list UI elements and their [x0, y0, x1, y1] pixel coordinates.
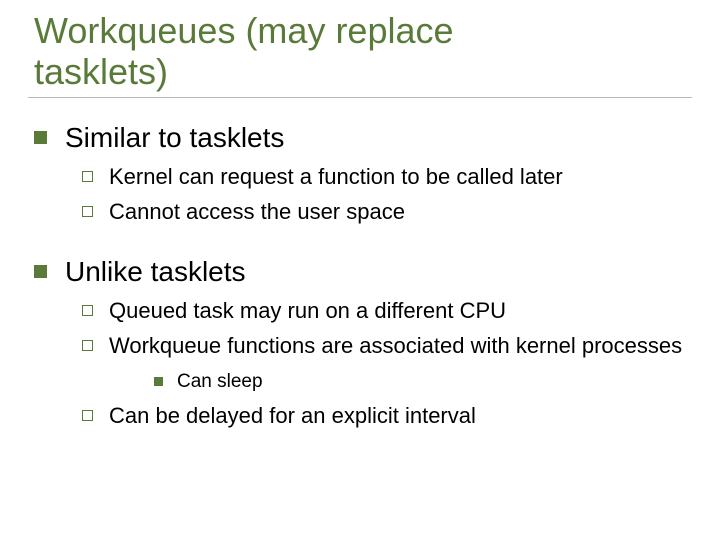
bullet-level2: Cannot access the user space [82, 198, 692, 226]
bullet-level2: Can be delayed for an explicit interval [82, 402, 692, 430]
bullet-text: Can be delayed for an explicit interval [109, 402, 476, 430]
bullet-text: Queued task may run on a different CPU [109, 297, 506, 325]
square-outline-bullet-icon [82, 305, 93, 316]
bullet-level2: Workqueue functions are associated with … [82, 332, 692, 360]
bullet-level2: Queued task may run on a different CPU [82, 297, 692, 325]
square-outline-bullet-icon [82, 171, 93, 182]
bullet-text: Similar to tasklets [65, 120, 284, 155]
bullet-text: Kernel can request a function to be call… [109, 163, 563, 191]
slide-title-wrap: Workqueues (may replace tasklets) [28, 10, 692, 98]
title-line-2: tasklets) [34, 51, 168, 92]
square-bullet-icon [34, 265, 47, 278]
square-bullet-icon [34, 131, 47, 144]
bullet-level1: Similar to tasklets [28, 120, 692, 155]
bullet-level1: Unlike tasklets [28, 254, 692, 289]
square-outline-bullet-icon [82, 206, 93, 217]
square-outline-bullet-icon [82, 340, 93, 351]
square-outline-bullet-icon [82, 410, 93, 421]
square-bullet-icon [154, 377, 163, 386]
slide-title: Workqueues (may replace tasklets) [34, 10, 692, 93]
bullet-text: Cannot access the user space [109, 198, 405, 226]
bullet-level2: Kernel can request a function to be call… [82, 163, 692, 191]
bullet-text: Unlike tasklets [65, 254, 246, 289]
bullet-level3: Can sleep [154, 370, 692, 394]
bullet-text: Can sleep [177, 370, 263, 394]
title-line-1: Workqueues (may replace [34, 10, 454, 51]
bullet-text: Workqueue functions are associated with … [109, 332, 682, 360]
